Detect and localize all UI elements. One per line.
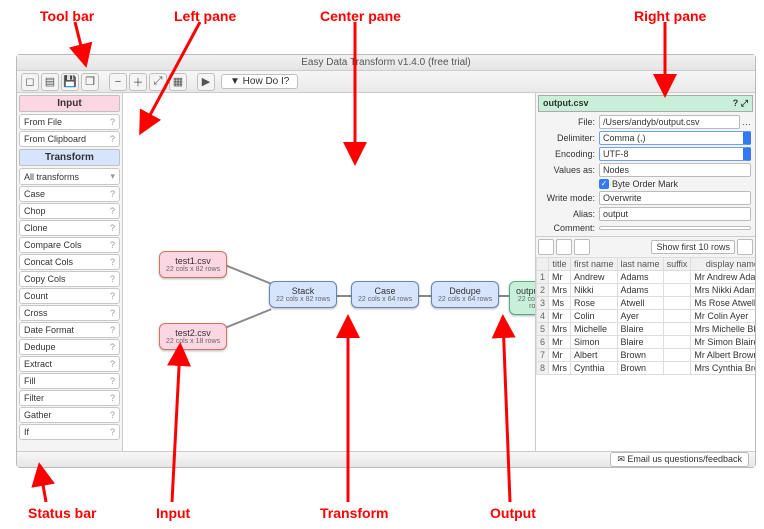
annot-center: Center pane: [320, 8, 401, 24]
annot-leftpane: Left pane: [174, 8, 236, 24]
annot-input: Input: [156, 505, 190, 521]
annot-output: Output: [490, 505, 536, 521]
annot-toolbar: Tool bar: [40, 8, 94, 24]
annot-transform: Transform: [320, 505, 388, 521]
annotation-arrows: [0, 0, 764, 529]
annot-statusbar: Status bar: [28, 505, 96, 521]
annot-rightpane: Right pane: [634, 8, 706, 24]
